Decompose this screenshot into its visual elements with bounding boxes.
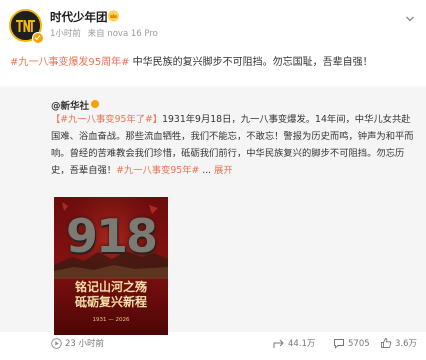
post-text: #九一八事变爆发95周年# 中华民族的复兴脚步不可阻挡。勿忘国耻，吾辈自强！ — [10, 54, 412, 71]
comment-icon[interactable] — [333, 338, 345, 349]
repost-text: 【#九一八事变95年了#】1931年9月18日，九一八事变爆发。14年间，中华儿… — [51, 111, 417, 179]
comment-count[interactable]: 5705 — [348, 338, 370, 350]
like-icon[interactable] — [380, 337, 392, 349]
post-meta: 1小时前 来自 nova 16 Pro — [50, 29, 162, 40]
weibo-post: 时代少年团 1小时前 来自 nova 16 Pro #九一八事变爆发95周年# … — [0, 0, 426, 360]
repost-time: 23 小时前 — [65, 339, 105, 349]
post-hashtag[interactable]: #九一八事变爆发95周年# — [10, 57, 129, 68]
post-header: 时代少年团 1小时前 来自 nova 16 Pro — [0, 0, 426, 48]
repost-verified-icon — [91, 99, 100, 108]
verified-badge-icon — [32, 32, 44, 44]
post-footer: 23 小时前 44.1万 5705 3.6万 — [0, 335, 426, 357]
poster-big-number: 918 — [65, 209, 158, 263]
share-icon[interactable] — [273, 338, 285, 349]
repost-author-row: @新华社 — [51, 94, 100, 112]
poster-slogan-2: 砥砺复兴新程 — [74, 295, 147, 309]
poster-slogan-1: 铭记山河之殇 — [74, 280, 147, 294]
chevron-down-icon[interactable] — [405, 15, 415, 23]
poster-years: 1931 — 2026 — [92, 317, 130, 323]
share-count[interactable]: 44.1万 — [288, 338, 315, 350]
post-time[interactable]: 1小时前 — [50, 29, 81, 39]
post-body: 中华民族的复兴脚步不可阻挡。勿忘国耻，吾辈自强！ — [129, 57, 373, 68]
expand-link[interactable]: 展开 — [214, 165, 233, 176]
repost-card[interactable]: @新华社 【#九一八事变95年了#】1931年9月18日，九一八事变爆发。14年… — [0, 86, 426, 335]
poster-image[interactable]: 918 铭记山河之殇 砥砺复兴新程 1931 — 2026 — [54, 197, 168, 335]
crown-icon — [107, 10, 120, 22]
post-device: 来自 nova 16 Pro — [87, 29, 158, 39]
account-name[interactable]: 时代少年团 — [50, 10, 108, 24]
repost-hashtag-2[interactable]: #九一八事变95年# — [116, 165, 199, 176]
like-count[interactable]: 3.6万 — [395, 338, 417, 350]
play-icon[interactable] — [51, 338, 62, 349]
repost-ellipsis: ... — [199, 165, 212, 176]
repost-hashtag[interactable]: 【#九一八事变95年了#】 — [51, 114, 162, 125]
